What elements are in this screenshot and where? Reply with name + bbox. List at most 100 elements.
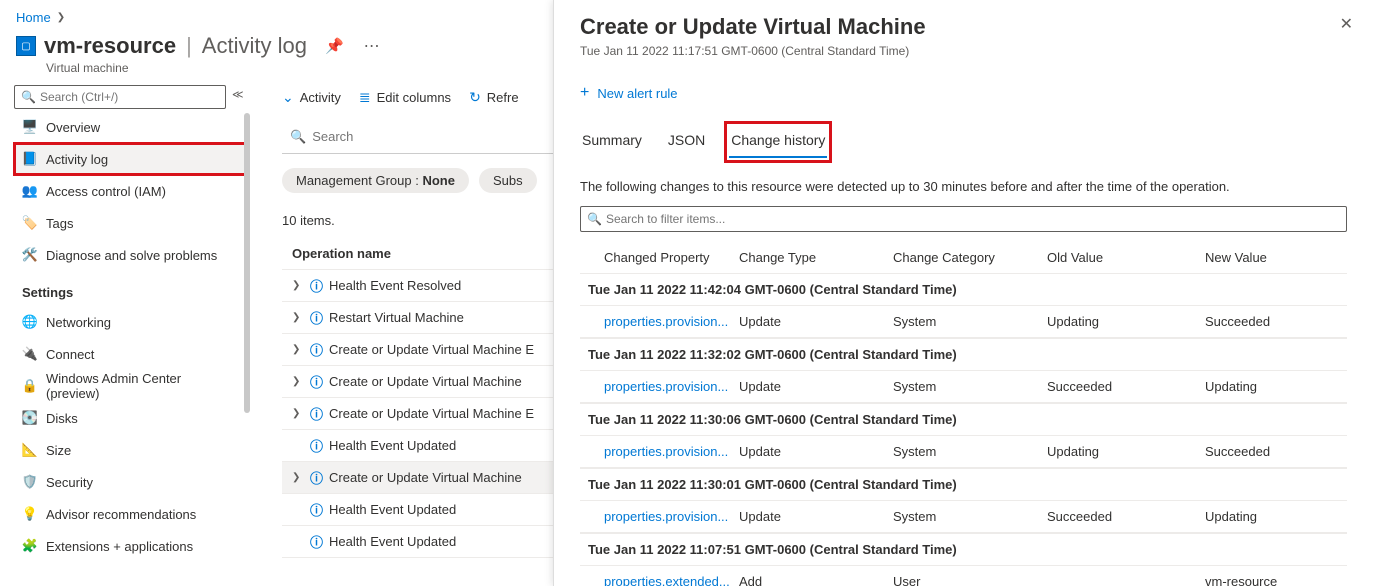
sidebar: 🔍 ≪ 🖥️ Overview 📘Activity log👥Access contr… <box>0 85 252 581</box>
info-icon: ⓘ <box>310 500 323 519</box>
tab-json[interactable]: JSON <box>666 126 707 158</box>
old-value: Succeeded <box>1047 509 1205 524</box>
sidebar-search-input[interactable] <box>40 90 219 104</box>
activity-button[interactable]: ⌄Activity <box>282 89 341 106</box>
info-icon: ⓘ <box>310 340 323 359</box>
col-change-type[interactable]: Change Type <box>739 250 893 265</box>
chevron-down-icon: ⌄ <box>282 89 294 106</box>
change-type-value: Update <box>739 314 893 329</box>
search-icon: 🔍 <box>587 212 602 226</box>
more-icon[interactable]: ⋯ <box>364 36 382 56</box>
chevron-right-icon: ❯ <box>292 312 304 323</box>
info-icon: ⓘ <box>310 468 323 487</box>
sidebar-item-security[interactable]: 🛡️ Security <box>14 466 246 498</box>
nav-label: Disks <box>46 411 78 426</box>
sidebar-item-diagnose-and-solve-problems[interactable]: 🛠️Diagnose and solve problems <box>14 239 246 271</box>
change-group-header: Tue Jan 11 2022 11:42:04 GMT-0600 (Centr… <box>580 273 1347 306</box>
diagnose-icon: 🛠️ <box>22 247 38 263</box>
new-value: vm-resource <box>1205 574 1347 586</box>
tab-change-history[interactable]: Change history <box>729 126 827 158</box>
change-history-description: The following changes to this resource w… <box>580 179 1347 194</box>
monitor-icon: 🖥️ <box>22 119 38 135</box>
size-icon: 📐 <box>22 442 38 458</box>
operation-name: Health Event Updated <box>329 534 456 549</box>
change-type-value: Update <box>739 444 893 459</box>
new-value: Updating <box>1205 379 1347 394</box>
tab-summary[interactable]: Summary <box>580 126 644 158</box>
change-row[interactable]: properties.provision...UpdateSystemSucce… <box>580 501 1347 533</box>
collapse-sidebar-icon[interactable]: ≪ <box>232 88 244 101</box>
col-changed-property[interactable]: Changed Property <box>604 250 739 265</box>
changed-property-link[interactable]: properties.provision... <box>604 509 739 524</box>
old-value: Succeeded <box>1047 379 1205 394</box>
change-group-header: Tue Jan 11 2022 11:30:01 GMT-0600 (Centr… <box>580 468 1347 501</box>
details-panel: ✕ Create or Update Virtual Machine Tue J… <box>553 0 1373 586</box>
chevron-right-icon: ❯ <box>292 408 304 419</box>
filter-management-group[interactable]: Management Group : None <box>282 168 469 193</box>
change-type-value: Update <box>739 379 893 394</box>
close-icon[interactable]: ✕ <box>1340 14 1353 34</box>
security-icon: 🛡️ <box>22 474 38 490</box>
change-group-header: Tue Jan 11 2022 11:32:02 GMT-0600 (Centr… <box>580 338 1347 371</box>
operation-name: Create or Update Virtual Machine E <box>329 406 534 421</box>
windows-admin-icon: 🔒 <box>22 378 38 394</box>
sidebar-item-disks[interactable]: 💽Disks <box>14 402 246 434</box>
info-icon: ⓘ <box>310 308 323 327</box>
change-row[interactable]: properties.extended...AddUservm-resource <box>580 566 1347 586</box>
operation-name: Health Event Updated <box>329 438 456 453</box>
col-change-category[interactable]: Change Category <box>893 250 1047 265</box>
sidebar-item-windows-admin-center-preview-[interactable]: 🔒Windows Admin Center (preview) <box>14 370 246 402</box>
change-row[interactable]: properties.provision...UpdateSystemSucce… <box>580 371 1347 403</box>
info-icon: ⓘ <box>310 436 323 455</box>
new-value: Updating <box>1205 509 1347 524</box>
operation-name: Create or Update Virtual Machine E <box>329 342 534 357</box>
search-icon: 🔍 <box>290 129 306 145</box>
change-filter-search[interactable]: 🔍 <box>580 206 1347 232</box>
change-type-value: Add <box>739 574 893 586</box>
info-icon: ⓘ <box>310 372 323 391</box>
sidebar-item-access-control-iam-[interactable]: 👥Access control (IAM) <box>14 175 246 207</box>
nav-label: Size <box>46 443 71 458</box>
col-new-value[interactable]: New Value <box>1205 250 1347 265</box>
nav-label: Access control (IAM) <box>46 184 166 199</box>
nav-label: Overview <box>46 120 100 135</box>
advisor-icon: 💡 <box>22 506 38 522</box>
change-filter-input[interactable] <box>606 212 1340 226</box>
sidebar-item-activity-log[interactable]: 📘Activity log <box>14 143 246 175</box>
new-alert-rule-button[interactable]: + New alert rule <box>580 84 1347 102</box>
chevron-right-icon: ❯ <box>57 12 65 23</box>
old-value: Updating <box>1047 444 1205 459</box>
changed-property-link[interactable]: properties.extended... <box>604 574 739 586</box>
col-old-value[interactable]: Old Value <box>1047 250 1205 265</box>
filter-subscription[interactable]: Subs <box>479 168 537 193</box>
resource-name: vm-resource <box>44 33 176 59</box>
changed-property-link[interactable]: properties.provision... <box>604 379 739 394</box>
sidebar-item-size[interactable]: 📐 Size <box>14 434 246 466</box>
chevron-right-icon: ❯ <box>292 280 304 291</box>
info-icon: ⓘ <box>310 532 323 551</box>
activity-log-icon: 📘 <box>22 151 38 167</box>
changed-property-link[interactable]: properties.provision... <box>604 314 739 329</box>
sidebar-item-networking[interactable]: 🌐Networking <box>14 306 246 338</box>
pin-icon[interactable]: 📌 <box>325 37 344 55</box>
change-group-header: Tue Jan 11 2022 11:30:06 GMT-0600 (Centr… <box>580 403 1347 436</box>
breadcrumb-home[interactable]: Home <box>16 10 51 25</box>
sidebar-item-overview[interactable]: 🖥️ Overview <box>14 111 246 143</box>
change-row[interactable]: properties.provision...UpdateSystemUpdat… <box>580 306 1347 338</box>
details-title: Create or Update Virtual Machine <box>580 14 1347 40</box>
sidebar-item-tags[interactable]: 🏷️Tags <box>14 207 246 239</box>
chevron-right-icon: ❯ <box>292 472 304 483</box>
change-history-table: Changed Property Change Type Change Cate… <box>580 242 1347 586</box>
sidebar-item-connect[interactable]: 🔌Connect <box>14 338 246 370</box>
change-row[interactable]: properties.provision...UpdateSystemUpdat… <box>580 436 1347 468</box>
change-type-value: Update <box>739 509 893 524</box>
sidebar-scrollbar[interactable] <box>244 113 250 553</box>
sidebar-item-extensions-applications[interactable]: 🧩Extensions + applications <box>14 530 246 562</box>
edit-columns-button[interactable]: ≣Edit columns <box>359 89 451 106</box>
nav-label: Security <box>46 475 93 490</box>
chevron-right-icon: ❯ <box>292 376 304 387</box>
refresh-button[interactable]: ↻Refre <box>469 89 519 106</box>
sidebar-item-advisor-recommendations[interactable]: 💡Advisor recommendations <box>14 498 246 530</box>
changed-property-link[interactable]: properties.provision... <box>604 444 739 459</box>
sidebar-search[interactable]: 🔍 <box>14 85 226 109</box>
